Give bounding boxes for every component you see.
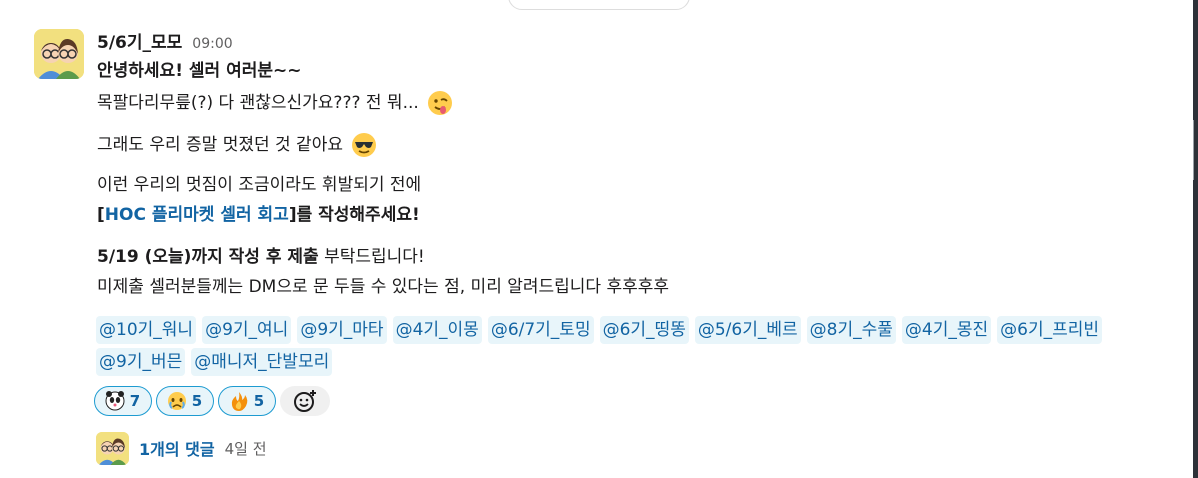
message-header: 5/6기_모모 09:00	[97, 28, 233, 53]
reaction-panda[interactable]: 7	[94, 386, 152, 416]
face-with-tongue-icon[interactable]	[426, 89, 454, 117]
mention[interactable]: @9기_버믄	[96, 348, 186, 376]
crying-face-icon	[167, 392, 186, 410]
message-block: 5/6기_모모 09:00 안녕하세요! 셀러 여러분~~ 목팔다리무릎(?) …	[0, 0, 1190, 478]
mention[interactable]: @6/7기_토밍	[487, 316, 594, 344]
body-text-2: 목팔다리무릎(?) 다 괜찮으신가요??? 전 뭐...	[97, 93, 419, 113]
avatar[interactable]	[34, 29, 84, 79]
mentions-list: @10기_워니 @9기_여니 @9기_마타 @4기_이몽 @6/7기_토밍 @6…	[96, 316, 1136, 376]
slack-message-view: 5/6기_모모 09:00 안녕하세요! 셀러 여러분~~ 목팔다리무릎(?) …	[0, 0, 1198, 478]
mention[interactable]: @6기_띵똥	[599, 316, 689, 344]
mention[interactable]: @매니저_단발모리	[191, 348, 333, 376]
bracket-open: [	[97, 205, 105, 225]
body-line-6: 5/19 (오늘)까지 작성 후 제출 부탁드립니다!	[97, 245, 425, 269]
reaction-count: 5	[191, 392, 203, 410]
retrospective-link[interactable]: HOC 플리마켓 셀러 회고	[105, 205, 289, 225]
add-reaction-button[interactable]	[280, 386, 330, 416]
request-text: 부탁드립니다!	[318, 247, 425, 267]
mention[interactable]: @5/6기_베르	[694, 316, 801, 344]
username[interactable]: 5/6기_모모	[97, 28, 182, 53]
fire-icon	[231, 392, 248, 411]
bracket-close-text: ]를 작성해주세요!	[288, 205, 420, 225]
reaction-count: 7	[129, 392, 141, 410]
greeting-line: 안녕하세요! 셀러 여러분~~	[97, 61, 302, 81]
thread-summary[interactable]: 1개의 댓글 4일 전	[139, 436, 267, 460]
mention[interactable]: @8기_수풀	[806, 316, 896, 344]
mention[interactable]: @6기_프리빈	[997, 316, 1103, 344]
avatar-illustration-icon	[34, 29, 84, 79]
body-line-5: [HOC 플리마켓 셀러 회고]를 작성해주세요!	[97, 203, 420, 227]
timestamp[interactable]: 09:00	[192, 36, 232, 52]
right-sidebar-edge	[1193, 0, 1198, 478]
thread-reply-count[interactable]: 1개의 댓글	[139, 436, 215, 460]
reaction-fire[interactable]: 5	[218, 386, 276, 416]
mention[interactable]: @10기_워니	[96, 316, 197, 344]
mention[interactable]: @9기_여니	[202, 316, 292, 344]
panda-icon	[105, 391, 125, 411]
deadline-text: 5/19 (오늘)까지 작성 후 제출	[97, 247, 319, 267]
mention[interactable]: @4기_이몽	[392, 316, 482, 344]
body-line-7: 미제출 셀러분들께는 DM으로 문 두들 수 있다는 점, 미리 알려드립니다 …	[97, 277, 670, 297]
thread-reply-avatar[interactable]	[96, 432, 129, 465]
mention[interactable]: @4기_몽진	[901, 316, 992, 344]
avatar-illustration-icon	[96, 432, 129, 465]
body-text-3: 그래도 우리 증말 멋졌던 것 같아요	[97, 135, 343, 155]
body-line-4: 이런 우리의 멋짐이 조금이라도 휘발되기 전에	[97, 175, 422, 195]
reactions-bar: 7 5 5	[94, 386, 330, 416]
mention[interactable]: @9기_마타	[297, 316, 387, 344]
body-line-2: 목팔다리무릎(?) 다 괜찮으신가요??? 전 뭐...	[97, 89, 454, 117]
thread-last-reply-time: 4일 전	[224, 439, 267, 458]
add-emoji-icon	[294, 390, 316, 412]
body-line-3: 그래도 우리 증말 멋졌던 것 같아요	[97, 131, 378, 159]
reaction-count: 5	[253, 392, 265, 410]
sunglasses-face-icon[interactable]	[350, 131, 378, 159]
reaction-crying[interactable]: 5	[156, 386, 214, 416]
